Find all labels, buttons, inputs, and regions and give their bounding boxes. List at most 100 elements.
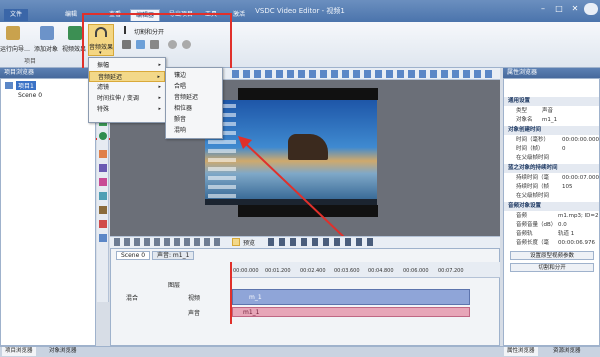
tab-edit[interactable]: 编辑 [60,9,82,21]
cut-split-prop-button[interactable]: 切割和分开 [510,263,594,272]
tool-icon[interactable] [99,150,107,158]
prop-row: 持续时间（毫 00:00:07.000 [504,174,599,183]
video-clip[interactable]: m_1 [232,289,470,305]
prop-key: 类型 [516,108,528,114]
prop-value[interactable]: m1_1 [542,116,557,125]
zoom-controls[interactable] [114,238,224,246]
prop-key: 在父级帧时间 [516,193,550,199]
tab-audio-clip[interactable]: 声音: m1_1 [152,251,195,260]
tool-icon[interactable] [99,206,107,214]
submenu-item-delay[interactable]: 音频延迟 [166,92,222,103]
status-tab-objects[interactable]: 对象浏览器 [46,347,80,356]
time-tick: 00:07.200 [438,268,464,274]
prop-value[interactable]: 00:00:07.000 [562,174,599,183]
tool-icon[interactable] [99,220,107,228]
section-create-time: 对象创建时间 [504,126,599,135]
menu-item-label: 时间拉伸 / 变调 [97,95,139,102]
tool-icon[interactable] [99,164,107,172]
chevron-right-icon: ▸ [158,84,161,90]
prop-row: 音频轨 轨道 1 [504,230,599,239]
prop-row: 类型 声音 [504,107,599,116]
submenu-item-reverb[interactable]: 混响 [166,125,222,136]
tab-scene[interactable]: Scene 0 [116,251,151,260]
menu-item-special[interactable]: 特殊 ▸ [89,104,165,115]
time-tick: 00:02.400 [300,268,326,274]
prop-key: 音频轨 [516,231,533,237]
prop-key: 持续时间（毫 [516,175,550,181]
chevron-right-icon: ▸ [158,95,161,101]
section-duration: 蓝之对象的持续时间 [504,164,599,173]
prop-value[interactable]: 声音 [542,107,553,116]
submenu-item-flanger[interactable]: 镶边 [166,70,222,81]
set-video-params-button[interactable]: 设置原型视频参数 [510,251,594,260]
status-tab-project[interactable]: 项目浏览器 [2,347,36,356]
prop-row: 在父级帧时间 [504,192,599,201]
video-top-bar [238,88,378,100]
prop-value[interactable]: 0.0 [558,221,567,230]
tree-scene[interactable]: Scene 0 [18,92,42,99]
video-track-label: 视频 [188,295,201,302]
menu-item-label: 滤镜 [97,84,110,91]
prop-value[interactable]: 105 [562,183,573,192]
audio-effects-menu: 振幅 ▸ 音频延迟 ▸ 滤镜 ▸ 时间拉伸 / 变调 ▸ 特殊 ▸ [88,57,166,123]
preview-button[interactable]: 预览 [243,238,255,247]
project-icon [5,82,13,89]
tool-icon[interactable] [99,132,107,140]
prop-key: 时间（帧） [516,146,544,152]
prop-key: 音频长度（毫 [516,240,550,246]
prop-row: 在父级帧时间 [504,154,599,163]
tree-project[interactable]: 项目1 [16,81,36,90]
submenu-item-phaser[interactable]: 相位器 [166,103,222,114]
tool-icon[interactable] [99,234,107,242]
audio-delay-submenu: 镶边 合唱 音频延迟 相位器 颤音 混响 [165,67,223,139]
prop-key: 在父级帧时间 [516,155,550,161]
left-panel-title: 项目浏览器 [0,68,96,78]
minimize-icon[interactable]: – [536,3,550,15]
submenu-item-chorus[interactable]: 合唱 [166,81,222,92]
group-label-project: 项目 [23,58,36,65]
time-tick: 00:01.200 [265,268,291,274]
menu-item-label: 振幅 [97,62,110,69]
prop-key: 持续时间（帧 [516,184,550,190]
tool-icon[interactable] [99,192,107,200]
time-tick: 00:04.800 [368,268,394,274]
menu-item-audio-delay[interactable]: 音频延迟 ▸ [89,71,165,82]
prop-value[interactable]: m1.mp3; ID=2 [558,212,599,221]
transport-controls[interactable] [268,238,378,246]
video-clip-label: m_1 [249,294,262,301]
preview-icon[interactable] [232,238,240,246]
canvas-toolbar-icons[interactable] [232,70,492,78]
menu-item-amplitude[interactable]: 振幅 ▸ [89,60,165,71]
prop-key: 对象名 [516,117,533,123]
add-object-button[interactable]: 添加对象 [34,44,58,53]
prop-row: 对象名 m1_1 [504,116,599,125]
maximize-icon[interactable]: □ [552,3,566,15]
help-icon[interactable] [584,3,598,15]
status-tab-properties[interactable]: 属性浏览器 [504,347,538,356]
wizard-icon [6,26,20,40]
menu-item-filters[interactable]: 滤镜 ▸ [89,82,165,93]
chevron-right-icon: ▸ [158,62,161,68]
track-header-audio: 声音 [118,307,228,318]
time-tick: 00:06.000 [403,268,429,274]
time-tick: 00:00.000 [233,268,259,274]
wizard-button[interactable]: 运行向导… [0,44,30,53]
menu-item-label: 特殊 [97,106,110,113]
tool-icon[interactable] [99,178,107,186]
prop-value[interactable]: 00:00:06.976 [558,239,595,248]
layer-row: 图层 [118,280,228,289]
tab-file[interactable]: 文件 [4,9,28,21]
prop-value[interactable]: 轨道 1 [558,230,574,239]
audio-track-label: 声音 [188,310,201,317]
time-tick: 00:03.600 [334,268,360,274]
menu-item-label: 音频延迟 [98,74,123,81]
section-audio: 音频对象设置 [504,202,599,211]
close-icon[interactable]: ✕ [568,3,582,15]
submenu-item-tremolo[interactable]: 颤音 [166,114,222,125]
audio-clip[interactable]: m1_1 [232,307,470,317]
prop-value[interactable]: 00:00:00.000 [562,136,599,145]
section-general: 通用设置 [504,97,599,106]
status-tab-resources[interactable]: 资源浏览器 [550,347,584,356]
menu-item-time-stretch[interactable]: 时间拉伸 / 变调 ▸ [89,93,165,104]
prop-value[interactable]: 0 [562,145,566,154]
